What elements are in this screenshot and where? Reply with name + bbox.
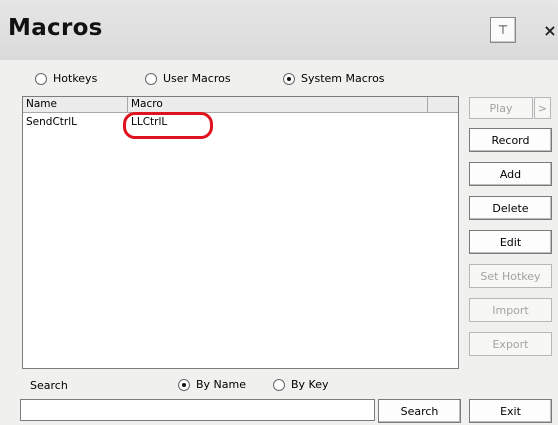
- title-bar: Macros ⊤ ×: [0, 0, 558, 60]
- list-header: Name Macro: [23, 97, 458, 113]
- import-button[interactable]: Import: [469, 298, 552, 322]
- radio-circle-icon: [273, 378, 285, 391]
- exit-button[interactable]: Exit: [469, 399, 552, 423]
- search-label: Search: [30, 379, 68, 392]
- by-key-radio-label: By Key: [291, 378, 329, 391]
- user-macros-radio[interactable]: User Macros: [145, 72, 231, 85]
- radio-circle-selected-icon: [178, 378, 190, 391]
- macros-window: Macros ⊤ × Hotkeys User Macros System Ma…: [0, 0, 558, 425]
- by-name-radio-label: By Name: [196, 378, 247, 391]
- search-input[interactable]: [20, 399, 375, 421]
- by-key-radio[interactable]: By Key: [273, 378, 329, 391]
- play-options-button[interactable]: >: [534, 97, 551, 119]
- macro-list[interactable]: Name Macro SendCtrlL LLCtrlL: [22, 96, 459, 369]
- add-button[interactable]: Add: [469, 162, 552, 186]
- pin-icon: ⊤: [497, 23, 509, 37]
- radio-circle-selected-icon: [283, 72, 295, 85]
- hotkeys-radio[interactable]: Hotkeys: [35, 72, 97, 85]
- pin-button[interactable]: ⊤: [490, 17, 516, 43]
- radio-circle-icon: [35, 72, 47, 85]
- user-macros-radio-label: User Macros: [163, 72, 231, 85]
- edit-button[interactable]: Edit: [469, 230, 552, 254]
- search-button[interactable]: Search: [378, 399, 461, 423]
- export-button[interactable]: Export: [469, 332, 552, 356]
- play-button[interactable]: Play: [469, 97, 533, 119]
- table-row[interactable]: SendCtrlL LLCtrlL: [23, 115, 458, 130]
- system-macros-radio-label: System Macros: [301, 72, 385, 85]
- delete-button[interactable]: Delete: [469, 196, 552, 220]
- highlight-circle-annotation: [123, 112, 213, 139]
- radio-circle-icon: [145, 72, 157, 85]
- row-name-cell: SendCtrlL: [26, 116, 77, 128]
- close-icon: ×: [543, 20, 557, 40]
- column-header-extra[interactable]: [428, 97, 458, 112]
- system-macros-radio[interactable]: System Macros: [283, 72, 385, 85]
- close-button[interactable]: ×: [537, 17, 558, 43]
- by-name-radio[interactable]: By Name: [178, 378, 246, 391]
- record-button[interactable]: Record: [469, 128, 552, 152]
- column-header-macro[interactable]: Macro: [128, 97, 428, 112]
- hotkeys-radio-label: Hotkeys: [53, 72, 98, 85]
- set-hotkey-button[interactable]: Set Hotkey: [469, 264, 552, 288]
- column-header-name[interactable]: Name: [23, 97, 128, 112]
- window-title: Macros: [8, 15, 103, 41]
